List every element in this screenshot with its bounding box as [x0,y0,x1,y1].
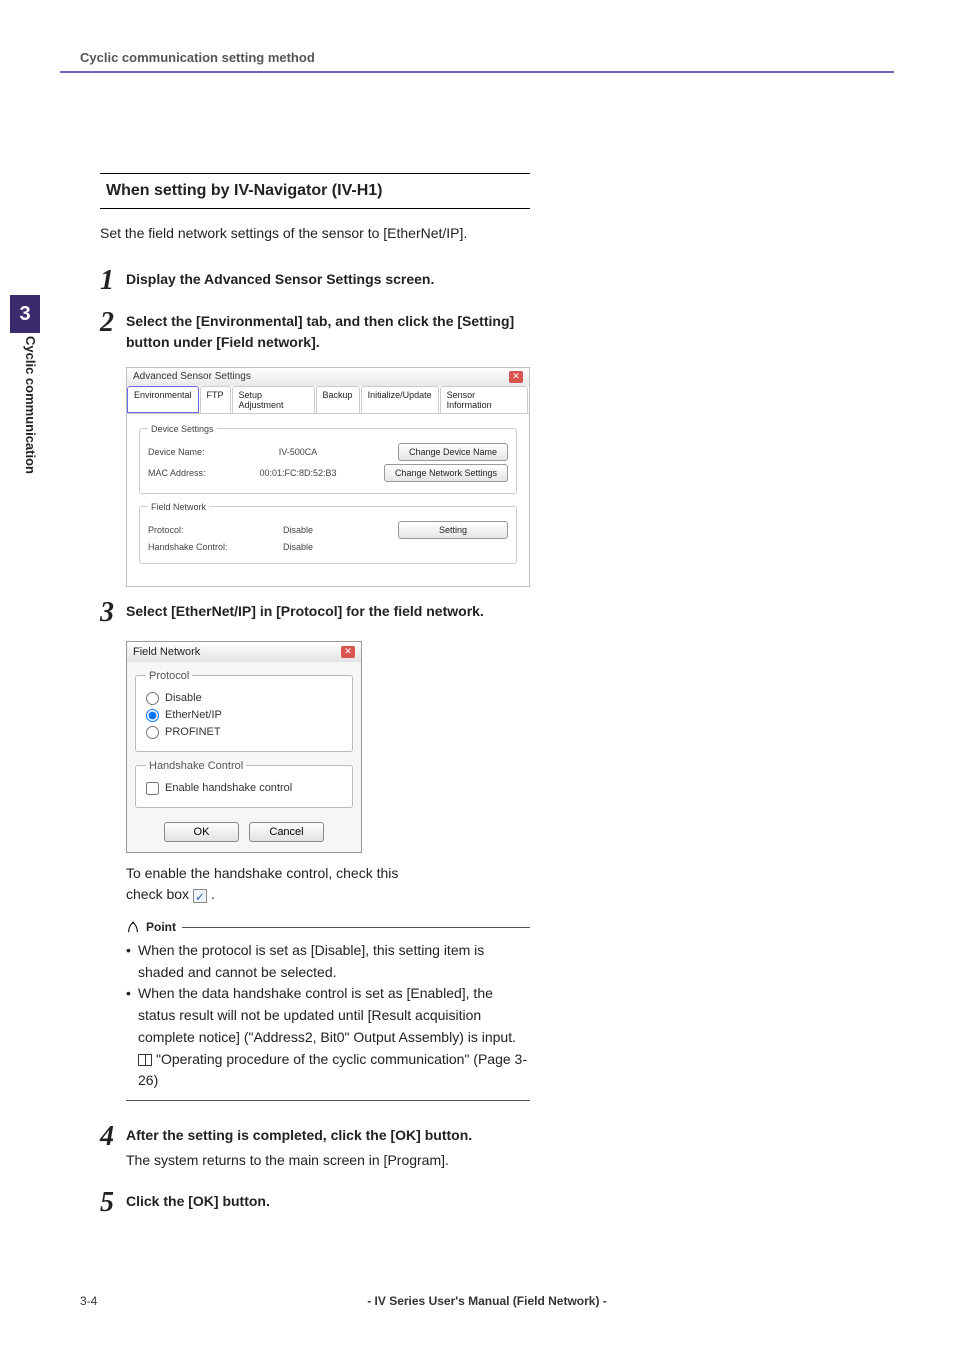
close-icon[interactable]: ✕ [341,646,355,658]
device-name-label: Device Name: [148,447,228,457]
device-name-value: IV-500CA [228,447,368,457]
side-chapter-label: Cyclic communication [12,336,38,536]
radio-ethernetip-label: EtherNet/IP [165,709,222,721]
bullet-icon: • [126,983,138,1091]
step-5: 5 Click the [OK] button. [100,1189,530,1217]
tab-backup[interactable]: Backup [316,386,360,413]
checkbox-icon [193,889,207,903]
bullet-icon: • [126,940,138,983]
dialog-titlebar: Field Network ✕ [127,642,361,662]
handshake-note-line2-prefix: check box [126,886,193,902]
field-network-dialog-screenshot: Field Network ✕ Protocol Disable EtherNe… [126,641,362,853]
ok-button[interactable]: OK [164,822,239,842]
step-number: 1 [100,267,126,295]
point-label: Point [146,920,176,934]
point-reference: "Operating procedure of the cyclic commu… [138,1051,527,1089]
step-number: 2 [100,309,126,353]
point-item-2-text: When the data handshake control is set a… [138,983,528,1091]
enable-handshake-label: Enable handshake control [165,782,292,794]
radio-disable-label: Disable [165,692,202,704]
point-box: Point • When the protocol is set as [Dis… [126,920,530,1101]
tab-setup-adjustment[interactable]: Setup Adjustment [232,386,315,413]
tab-environmental[interactable]: Environmental [127,386,199,413]
step-number: 5 [100,1189,126,1217]
section-heading: When setting by IV-Navigator (IV-H1) [106,182,524,200]
tab-initialize-update[interactable]: Initialize/Update [361,386,439,413]
step-2: 2 Select the [Environmental] tab, and th… [100,309,530,353]
step-1: 1 Display the Advanced Sensor Settings s… [100,267,530,295]
device-settings-group: Device Settings Device Name: IV-500CA Ch… [139,424,517,494]
point-icon [126,920,140,934]
enable-handshake-checkbox[interactable]: Enable handshake control [146,782,342,795]
radio-profinet-label: PROFINET [165,726,221,738]
dialog-title: Field Network [133,646,200,658]
change-device-name-button[interactable]: Change Device Name [398,443,508,461]
mac-address-value: 00:01:FC:8D:52:B3 [228,468,368,478]
handshake-note: To enable the handshake control, check t… [126,863,530,906]
device-settings-legend: Device Settings [148,424,217,434]
step-title: Select [EtherNet/IP] in [Protocol] for t… [126,601,530,622]
radio-profinet-input[interactable] [146,726,159,739]
protocol-value: Disable [228,525,368,535]
page-number: 3-4 [80,1294,140,1308]
field-network-legend: Field Network [148,502,209,512]
page-footer: 3-4 - IV Series User's Manual (Field Net… [80,1294,894,1308]
point-footer-rule [126,1100,530,1101]
running-head: Cyclic communication setting method [80,50,894,65]
point-item-1: • When the protocol is set as [Disable],… [126,940,528,983]
window-title: Advanced Sensor Settings [133,371,251,383]
handshake-note-line2-suffix: . [207,886,215,902]
handshake-control-group: Handshake Control Enable handshake contr… [135,760,353,808]
handshake-note-line1: To enable the handshake control, check t… [126,865,398,881]
close-icon[interactable]: ✕ [509,371,523,383]
protocol-legend: Protocol [146,670,192,682]
content-column: When setting by IV-Navigator (IV-H1) Set… [100,173,530,1217]
enable-handshake-input[interactable] [146,782,159,795]
point-item-2: • When the data handshake control is set… [126,983,528,1091]
radio-disable[interactable]: Disable [146,692,342,705]
step-title: After the setting is completed, click th… [126,1125,530,1146]
side-chapter-number: 3 [10,295,40,333]
protocol-label: Protocol: [148,525,228,535]
step-3: 3 Select [EtherNet/IP] in [Protocol] for… [100,599,530,627]
window-titlebar: Advanced Sensor Settings ✕ [127,368,529,386]
radio-profinet[interactable]: PROFINET [146,726,342,739]
step-title: Click the [OK] button. [126,1191,530,1212]
intro-text: Set the field network settings of the se… [100,223,530,245]
header-rule [60,71,894,73]
handshake-control-value: Disable [228,542,368,552]
tab-ftp[interactable]: FTP [200,386,231,413]
handshake-control-label: Handshake Control: [148,542,228,552]
step-number: 4 [100,1123,126,1171]
protocol-group: Protocol Disable EtherNet/IP PROFINET [135,670,353,752]
page: Cyclic communication setting method 3 Cy… [0,0,954,1348]
book-icon [138,1054,152,1066]
point-rule [182,927,530,928]
point-item-1-text: When the protocol is set as [Disable], t… [138,940,528,983]
mac-address-label: MAC Address: [148,468,228,478]
radio-ethernetip-input[interactable] [146,709,159,722]
advanced-sensor-settings-screenshot: Advanced Sensor Settings ✕ Environmental… [126,367,530,587]
radio-disable-input[interactable] [146,692,159,705]
cancel-button[interactable]: Cancel [249,822,324,842]
step-title: Select the [Environmental] tab, and then… [126,311,530,353]
point-item-2-body: When the data handshake control is set a… [138,985,516,1044]
section-heading-box: When setting by IV-Navigator (IV-H1) [100,173,530,209]
step-text: The system returns to the main screen in… [126,1150,530,1171]
tab-bar: Environmental FTP Setup Adjustment Backu… [127,386,529,414]
step-title: Display the Advanced Sensor Settings scr… [126,269,530,290]
step-number: 3 [100,599,126,627]
setting-button[interactable]: Setting [398,521,508,539]
field-network-group: Field Network Protocol: Disable Setting … [139,502,517,564]
tab-sensor-information[interactable]: Sensor Information [440,386,528,413]
change-network-settings-button[interactable]: Change Network Settings [384,464,508,482]
radio-ethernetip[interactable]: EtherNet/IP [146,709,342,722]
footer-title: - IV Series User's Manual (Field Network… [140,1294,834,1308]
handshake-control-legend: Handshake Control [146,760,246,772]
step-4: 4 After the setting is completed, click … [100,1123,530,1171]
